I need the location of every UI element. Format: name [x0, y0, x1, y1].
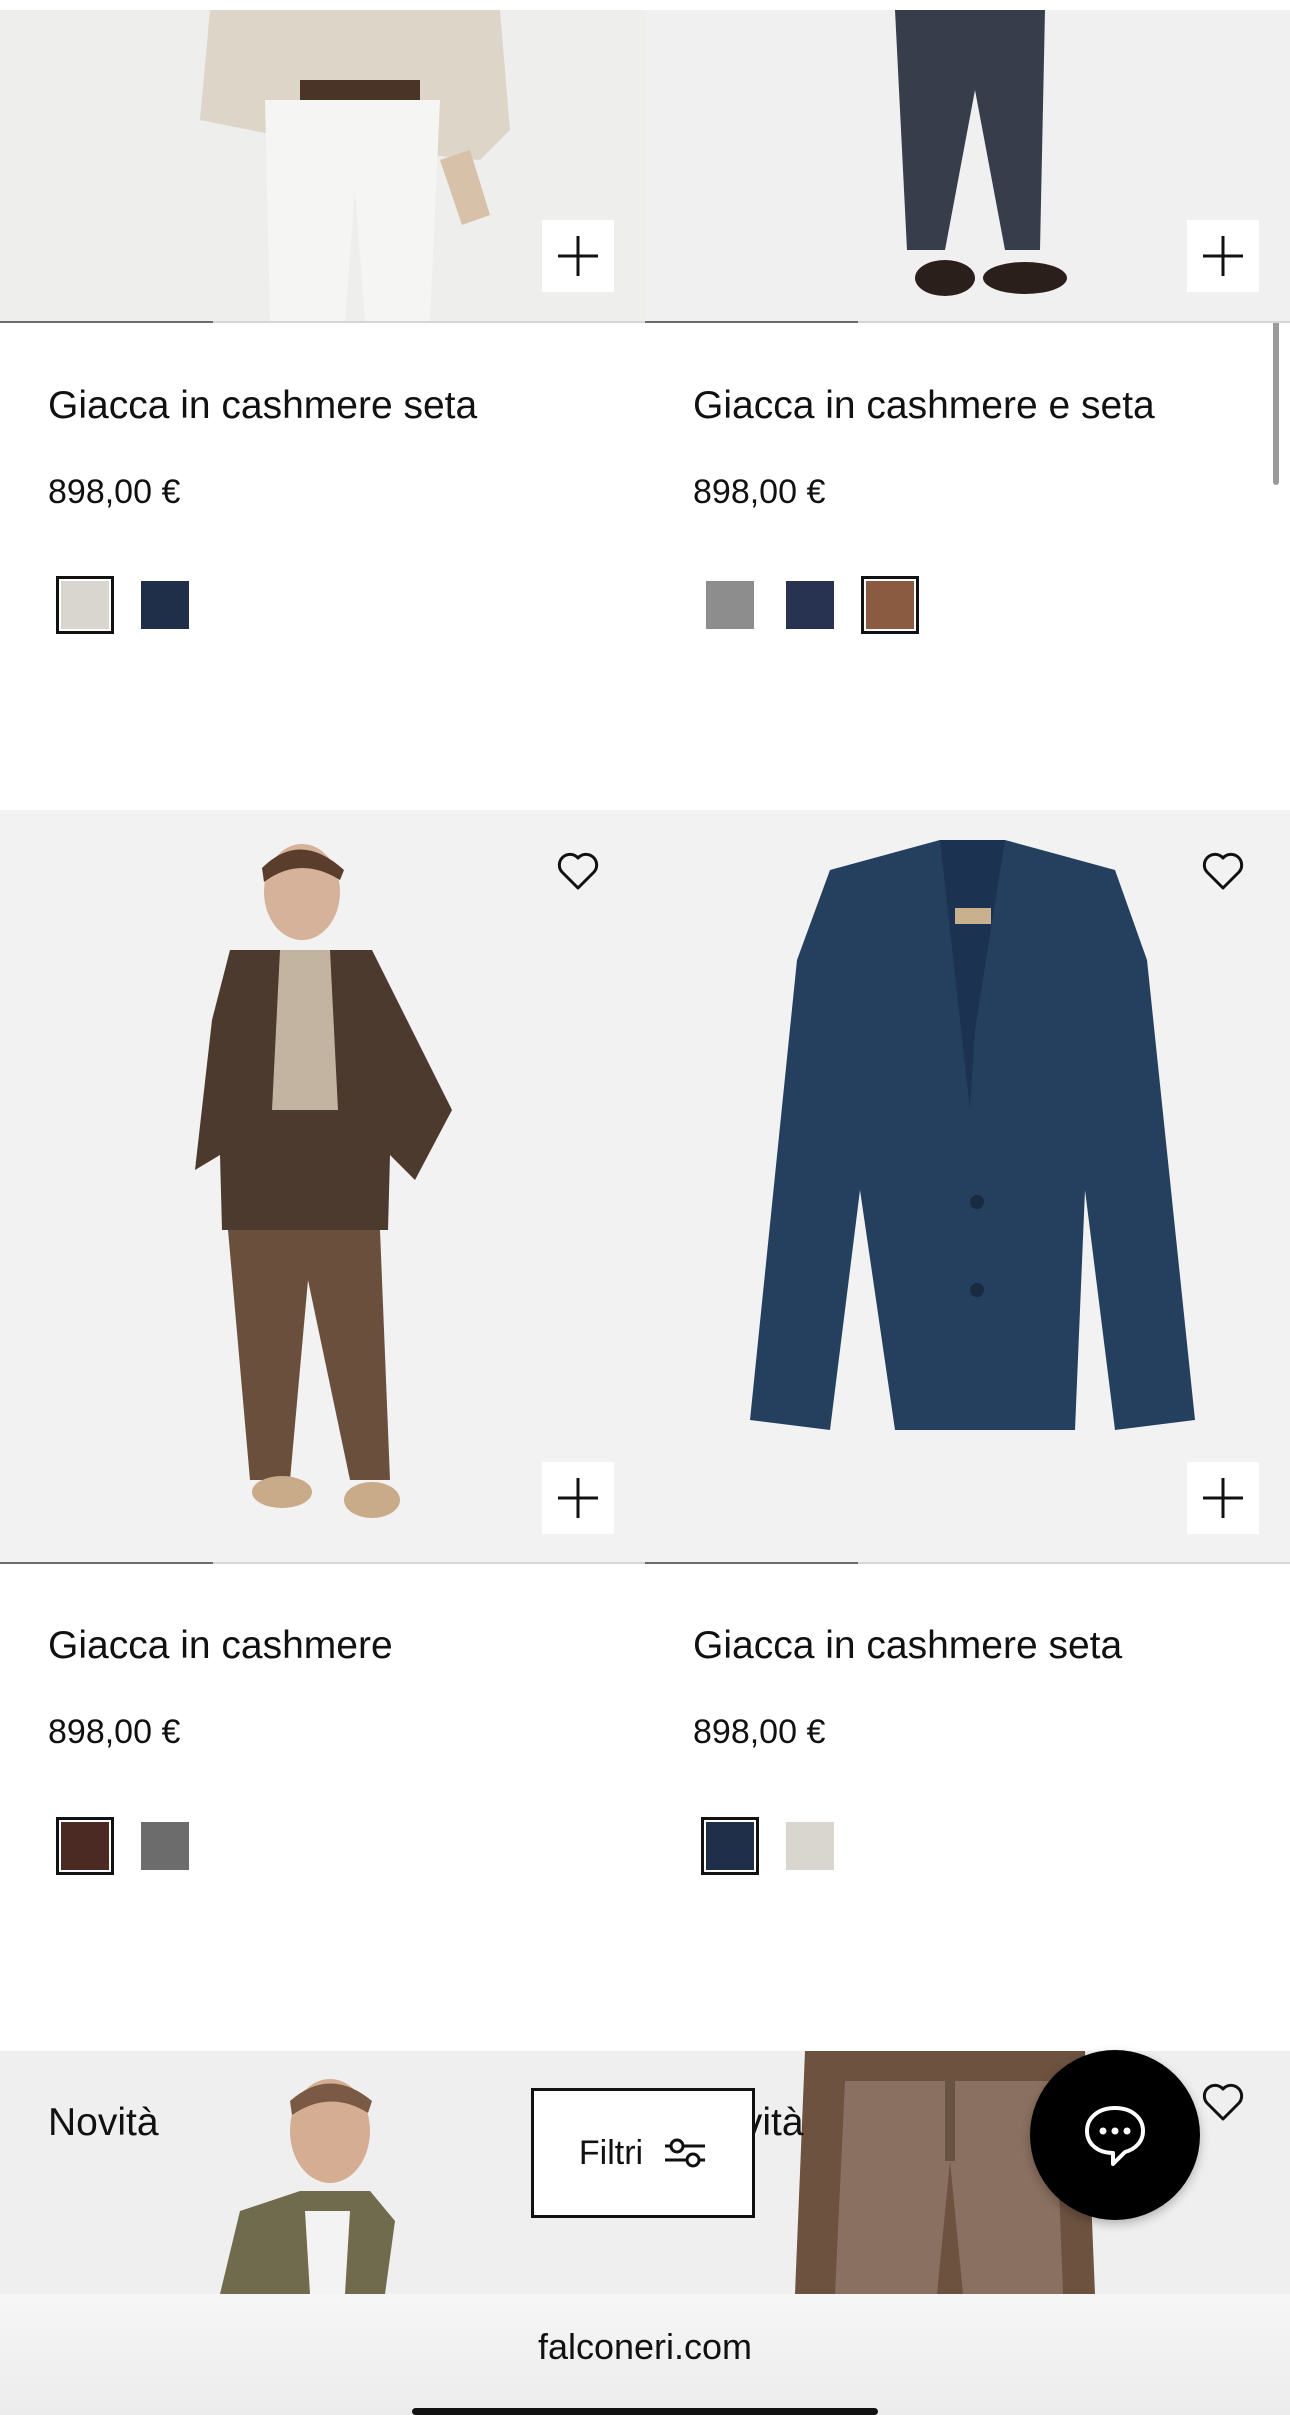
product-image[interactable]	[645, 10, 1290, 322]
filter-button-label: Filtri	[578, 2133, 644, 2172]
color-swatch-fill	[706, 1822, 754, 1870]
color-swatch[interactable]	[701, 576, 759, 634]
product-photo-model-brown-jacket	[0, 810, 645, 1563]
color-swatches	[56, 576, 194, 634]
color-swatch[interactable]	[56, 1817, 114, 1875]
color-swatch[interactable]	[701, 1817, 759, 1875]
quick-add-button[interactable]	[1187, 1462, 1259, 1534]
color-swatch-fill	[786, 1822, 834, 1870]
product-title[interactable]: Giacca in cashmere seta	[693, 1624, 1122, 1668]
plus-icon	[558, 236, 598, 276]
color-swatch[interactable]	[56, 576, 114, 634]
wishlist-button[interactable]	[1199, 2077, 1247, 2125]
wishlist-button[interactable]	[554, 846, 602, 894]
image-carousel-progress	[0, 321, 645, 323]
plus-icon	[1203, 1478, 1243, 1518]
product-image[interactable]	[0, 810, 645, 1563]
browser-url-bar[interactable]: falconeri.com	[0, 2294, 1290, 2415]
chat-button[interactable]	[1030, 2050, 1200, 2220]
heart-icon	[557, 852, 599, 890]
color-swatches	[56, 1817, 194, 1875]
color-swatch-fill	[61, 1822, 109, 1870]
image-carousel-progress	[645, 1562, 1290, 1564]
color-swatch-fill	[141, 581, 189, 629]
image-carousel-progress-fill	[645, 321, 858, 323]
sliders-icon	[665, 2138, 706, 2168]
product-title[interactable]: Giacca in cashmere seta	[48, 384, 477, 428]
color-swatch[interactable]	[136, 1817, 194, 1875]
color-swatch-fill	[141, 1822, 189, 1870]
product-image[interactable]	[645, 810, 1290, 1563]
home-indicator[interactable]	[412, 2408, 878, 2415]
quick-add-button[interactable]	[1187, 220, 1259, 292]
plus-icon	[1203, 236, 1243, 276]
image-carousel-progress-fill	[0, 1562, 213, 1564]
heart-icon	[1202, 2083, 1244, 2121]
url-text[interactable]: falconeri.com	[0, 2326, 1290, 2368]
quick-add-button[interactable]	[542, 220, 614, 292]
heart-icon	[1202, 852, 1244, 890]
quick-add-button[interactable]	[542, 1462, 614, 1534]
product-price: 898,00 €	[48, 1713, 181, 1751]
image-carousel-progress	[645, 321, 1290, 323]
color-swatch[interactable]	[781, 1817, 839, 1875]
color-swatch[interactable]	[861, 576, 919, 634]
color-swatch-fill	[61, 581, 109, 629]
badge-new: Novità	[48, 2101, 159, 2144]
product-price: 898,00 €	[693, 473, 826, 511]
image-carousel-progress	[0, 1562, 645, 1564]
color-swatches	[701, 1817, 839, 1875]
plus-icon	[558, 1478, 598, 1518]
image-carousel-progress-fill	[645, 1562, 858, 1564]
product-price: 898,00 €	[48, 473, 181, 511]
color-swatch-fill	[866, 581, 914, 629]
product-title[interactable]: Giacca in cashmere	[48, 1624, 393, 1668]
chat-bubble-icon	[1085, 2106, 1145, 2166]
product-photo-navy-blazer	[645, 810, 1290, 1563]
filter-button[interactable]: Filtri	[531, 2088, 755, 2218]
color-swatch-fill	[786, 581, 834, 629]
image-carousel-progress-fill	[0, 321, 213, 323]
product-image[interactable]	[0, 10, 645, 322]
color-swatch[interactable]	[781, 576, 839, 634]
color-swatch[interactable]	[136, 576, 194, 634]
wishlist-button[interactable]	[1199, 846, 1247, 894]
color-swatches	[701, 576, 919, 634]
color-swatch-fill	[706, 581, 754, 629]
product-price: 898,00 €	[693, 1713, 826, 1751]
product-title[interactable]: Giacca in cashmere e seta	[693, 384, 1155, 428]
